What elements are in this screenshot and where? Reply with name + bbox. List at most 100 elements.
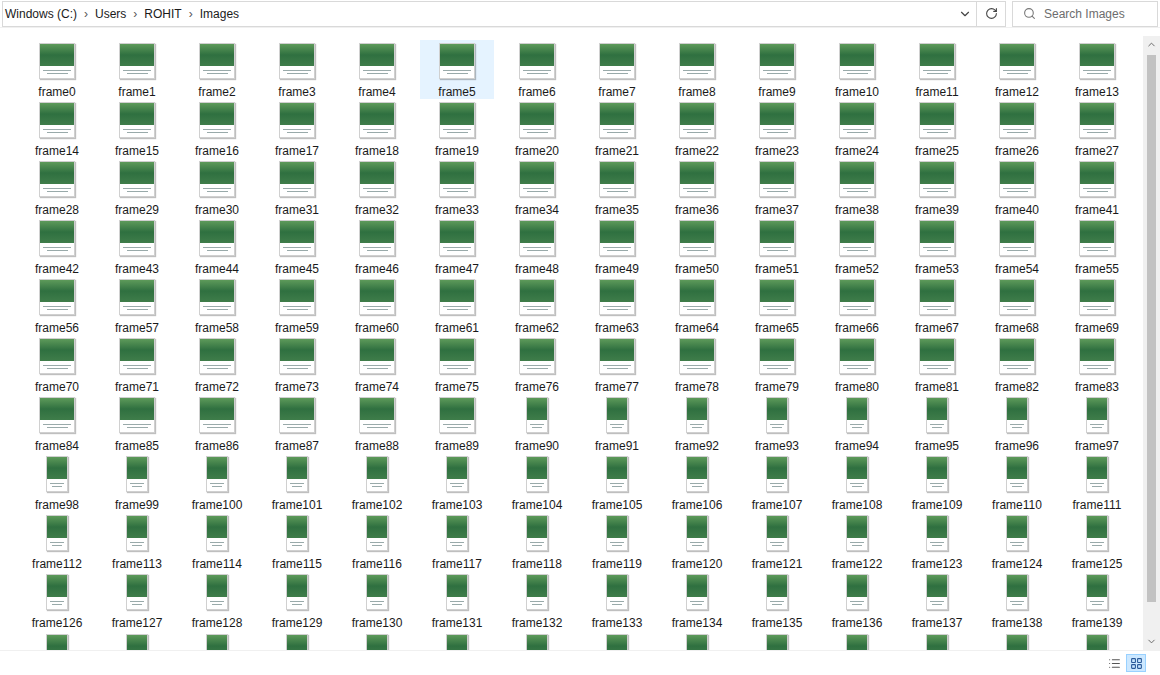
file-item[interactable]: frame91 bbox=[580, 394, 654, 453]
file-item[interactable]: frame57 bbox=[100, 276, 174, 335]
file-item[interactable]: frame119 bbox=[580, 512, 654, 571]
file-item[interactable]: frame48 bbox=[500, 217, 574, 276]
file-item[interactable]: frame24 bbox=[820, 99, 894, 158]
file-item[interactable]: frame117 bbox=[420, 512, 494, 571]
file-item[interactable]: frame139 bbox=[1060, 571, 1134, 630]
file-item[interactable]: frame132 bbox=[500, 571, 574, 630]
file-item[interactable]: frame36 bbox=[660, 158, 734, 217]
file-item[interactable]: frame25 bbox=[900, 99, 974, 158]
file-item[interactable]: frame44 bbox=[180, 217, 254, 276]
file-item[interactable]: frame15 bbox=[100, 99, 174, 158]
file-item[interactable]: frame65 bbox=[740, 276, 814, 335]
view-button[interactable] bbox=[1126, 654, 1146, 672]
file-item[interactable]: frame106 bbox=[660, 453, 734, 512]
file-item[interactable] bbox=[180, 630, 254, 650]
file-item[interactable]: frame18 bbox=[340, 99, 414, 158]
file-item[interactable]: frame87 bbox=[260, 394, 334, 453]
file-item[interactable] bbox=[1060, 630, 1134, 650]
file-item[interactable]: frame45 bbox=[260, 217, 334, 276]
file-item[interactable]: frame102 bbox=[340, 453, 414, 512]
file-item[interactable]: frame109 bbox=[900, 453, 974, 512]
file-item[interactable]: frame5 bbox=[420, 40, 494, 99]
file-item[interactable]: frame46 bbox=[340, 217, 414, 276]
file-item[interactable]: frame4 bbox=[340, 40, 414, 99]
file-item[interactable]: frame76 bbox=[500, 335, 574, 394]
file-item[interactable]: frame9 bbox=[740, 40, 814, 99]
file-item[interactable]: frame118 bbox=[500, 512, 574, 571]
file-item[interactable]: frame32 bbox=[340, 158, 414, 217]
breadcrumb[interactable]: Windows (C:) bbox=[5, 5, 77, 23]
file-item[interactable]: frame11 bbox=[900, 40, 974, 99]
file-item[interactable]: frame56 bbox=[20, 276, 94, 335]
file-item[interactable]: frame29 bbox=[100, 158, 174, 217]
file-item[interactable]: frame42 bbox=[20, 217, 94, 276]
file-item[interactable]: frame85 bbox=[100, 394, 174, 453]
file-item[interactable]: frame19 bbox=[420, 99, 494, 158]
file-item[interactable]: frame81 bbox=[900, 335, 974, 394]
scroll-down-icon[interactable] bbox=[1146, 636, 1157, 647]
file-item[interactable]: frame38 bbox=[820, 158, 894, 217]
file-item[interactable]: frame39 bbox=[900, 158, 974, 217]
file-item[interactable]: frame30 bbox=[180, 158, 254, 217]
file-item[interactable]: frame73 bbox=[260, 335, 334, 394]
file-item[interactable]: frame20 bbox=[500, 99, 574, 158]
file-item[interactable]: frame63 bbox=[580, 276, 654, 335]
refresh-button[interactable] bbox=[977, 2, 1005, 26]
file-item[interactable]: frame0 bbox=[20, 40, 94, 99]
file-item[interactable]: frame103 bbox=[420, 453, 494, 512]
file-item[interactable]: frame52 bbox=[820, 217, 894, 276]
file-item[interactable]: frame12 bbox=[980, 40, 1054, 99]
file-item[interactable]: frame110 bbox=[980, 453, 1054, 512]
file-item[interactable]: frame72 bbox=[180, 335, 254, 394]
file-item[interactable]: frame13 bbox=[1060, 40, 1134, 99]
file-item[interactable]: frame133 bbox=[580, 571, 654, 630]
file-item[interactable]: frame93 bbox=[740, 394, 814, 453]
file-item[interactable] bbox=[980, 630, 1054, 650]
file-item[interactable]: frame6 bbox=[500, 40, 574, 99]
file-item[interactable]: frame54 bbox=[980, 217, 1054, 276]
breadcrumb[interactable]: Users bbox=[95, 5, 126, 23]
file-item[interactable]: frame120 bbox=[660, 512, 734, 571]
file-item[interactable]: frame40 bbox=[980, 158, 1054, 217]
file-item[interactable]: frame78 bbox=[660, 335, 734, 394]
file-item[interactable]: frame105 bbox=[580, 453, 654, 512]
file-item[interactable]: frame53 bbox=[900, 217, 974, 276]
file-item[interactable]: frame92 bbox=[660, 394, 734, 453]
file-item[interactable]: frame60 bbox=[340, 276, 414, 335]
file-item[interactable]: frame61 bbox=[420, 276, 494, 335]
file-item[interactable]: frame123 bbox=[900, 512, 974, 571]
file-item[interactable]: frame101 bbox=[260, 453, 334, 512]
file-item[interactable]: frame59 bbox=[260, 276, 334, 335]
file-item[interactable]: frame136 bbox=[820, 571, 894, 630]
file-item[interactable] bbox=[580, 630, 654, 650]
file-item[interactable]: frame28 bbox=[20, 158, 94, 217]
file-item[interactable] bbox=[900, 630, 974, 650]
file-item[interactable]: frame67 bbox=[900, 276, 974, 335]
file-item[interactable]: frame14 bbox=[20, 99, 94, 158]
file-item[interactable]: frame111 bbox=[1060, 453, 1134, 512]
file-item[interactable]: frame116 bbox=[340, 512, 414, 571]
file-item[interactable]: frame71 bbox=[100, 335, 174, 394]
file-item[interactable] bbox=[100, 630, 174, 650]
file-item[interactable]: frame97 bbox=[1060, 394, 1134, 453]
file-item[interactable]: frame62 bbox=[500, 276, 574, 335]
file-item[interactable]: frame79 bbox=[740, 335, 814, 394]
separator-icon[interactable]: › bbox=[182, 5, 200, 23]
file-item[interactable]: frame115 bbox=[260, 512, 334, 571]
file-item[interactable]: frame84 bbox=[20, 394, 94, 453]
file-item[interactable]: frame47 bbox=[420, 217, 494, 276]
file-item[interactable]: frame98 bbox=[20, 453, 94, 512]
file-item[interactable]: frame82 bbox=[980, 335, 1054, 394]
file-item[interactable] bbox=[420, 630, 494, 650]
file-item[interactable] bbox=[740, 630, 814, 650]
file-item[interactable]: frame27 bbox=[1060, 99, 1134, 158]
file-item[interactable]: frame33 bbox=[420, 158, 494, 217]
file-item[interactable]: frame51 bbox=[740, 217, 814, 276]
file-item[interactable]: frame64 bbox=[660, 276, 734, 335]
file-item[interactable]: frame86 bbox=[180, 394, 254, 453]
file-item[interactable]: frame135 bbox=[740, 571, 814, 630]
address-bar[interactable]: Windows (C:)›Users›ROHIT›Images bbox=[2, 1, 1006, 27]
file-item[interactable]: frame8 bbox=[660, 40, 734, 99]
file-item[interactable] bbox=[820, 630, 894, 650]
file-item[interactable]: frame23 bbox=[740, 99, 814, 158]
